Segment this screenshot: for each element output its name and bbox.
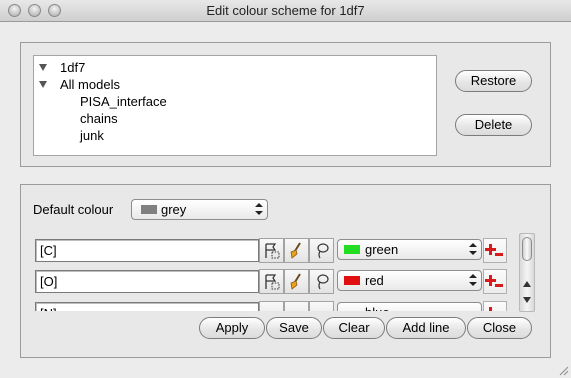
tree-item-chains[interactable]: chains bbox=[80, 110, 118, 127]
atom-spec-field[interactable]: [C] bbox=[35, 239, 259, 262]
rule-colour-popup[interactable]: red bbox=[337, 270, 482, 291]
tree-item-junk[interactable]: junk bbox=[80, 127, 104, 144]
add-remove-icon[interactable] bbox=[483, 238, 507, 263]
rule-list: [C] green [O] red bbox=[33, 235, 513, 311]
scrollbar-thumb[interactable] bbox=[522, 237, 532, 261]
window-title: Edit colour scheme for 1df7 bbox=[206, 3, 365, 18]
green-swatch bbox=[344, 245, 360, 254]
popup-arrows-icon bbox=[255, 203, 263, 216]
tree-item-pisa-interface[interactable]: PISA_interface bbox=[80, 93, 167, 110]
close-button[interactable]: Close bbox=[467, 317, 532, 339]
restore-button[interactable]: Restore bbox=[455, 70, 532, 92]
title-bar: Edit colour scheme for 1df7 bbox=[0, 0, 571, 22]
tree-item-label: PISA_interface bbox=[80, 94, 167, 109]
tree-item-label: junk bbox=[80, 128, 104, 143]
popup-arrows-icon bbox=[469, 274, 477, 287]
atom-spec-field[interactable]: [O] bbox=[35, 270, 259, 293]
brush-icon[interactable] bbox=[284, 301, 309, 311]
apply-button[interactable]: Apply bbox=[199, 317, 265, 339]
atom-spec-field[interactable]: [N] bbox=[35, 302, 259, 311]
tree-item-label: All models bbox=[60, 77, 120, 92]
default-colour-popup[interactable]: grey bbox=[131, 199, 268, 220]
clear-button[interactable]: Clear bbox=[323, 317, 385, 339]
default-colour-label: Default colour bbox=[33, 202, 114, 217]
brush-icon[interactable] bbox=[284, 238, 309, 263]
selection-flag-icon[interactable] bbox=[259, 269, 284, 294]
brush-icon[interactable] bbox=[284, 269, 309, 294]
tree-item-label: chains bbox=[80, 111, 118, 126]
add-remove-icon[interactable] bbox=[483, 269, 507, 294]
rule-colour-popup[interactable]: blue bbox=[337, 302, 482, 311]
save-button[interactable]: Save bbox=[266, 317, 322, 339]
lasso-icon[interactable] bbox=[309, 238, 334, 263]
lasso-icon[interactable] bbox=[309, 269, 334, 294]
scroll-down-icon[interactable] bbox=[523, 297, 531, 303]
selection-flag-icon[interactable] bbox=[259, 238, 284, 263]
model-tree[interactable]: 1df7 All models PISA_interface chains ju… bbox=[33, 55, 437, 156]
tree-item-label: 1df7 bbox=[60, 60, 86, 75]
popup-arrows-icon bbox=[469, 243, 477, 256]
rule-list-scrollbar[interactable] bbox=[519, 233, 535, 312]
grey-swatch bbox=[141, 205, 157, 214]
delete-button[interactable]: Delete bbox=[455, 114, 532, 136]
selection-flag-icon[interactable] bbox=[259, 301, 284, 311]
scroll-up-icon[interactable] bbox=[523, 281, 531, 287]
expanded-triangle-icon[interactable] bbox=[39, 64, 47, 71]
lasso-icon[interactable] bbox=[309, 301, 334, 311]
add-line-button[interactable]: Add line bbox=[386, 317, 466, 339]
expanded-triangle-icon[interactable] bbox=[39, 81, 47, 88]
rule-colour-popup[interactable]: green bbox=[337, 239, 482, 260]
add-remove-icon[interactable] bbox=[483, 301, 507, 311]
red-swatch bbox=[344, 276, 360, 285]
resize-grip-icon[interactable] bbox=[557, 364, 569, 376]
